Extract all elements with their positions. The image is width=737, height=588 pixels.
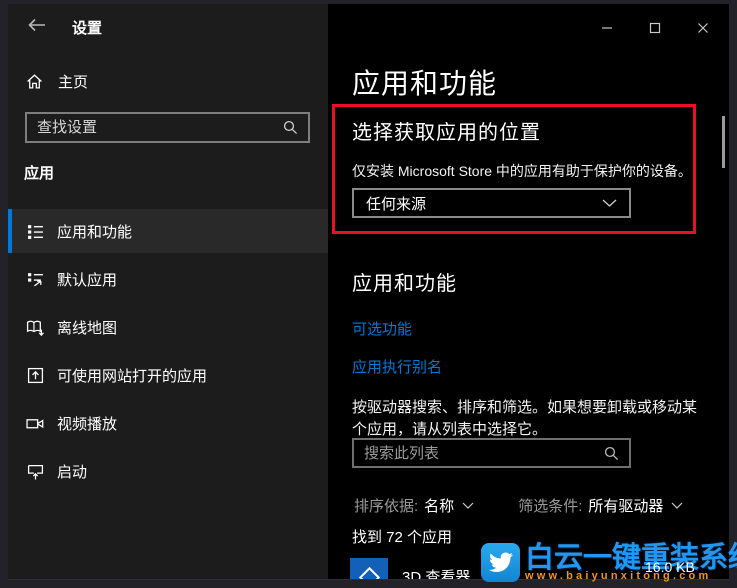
apps-list-description: 按驱动器搜索、排序和筛选。如果想要卸载或移动某个应用，请从列表中选择它。 [352, 399, 698, 438]
app-source-dropdown-value: 任何来源 [366, 195, 427, 213]
watermark: 白云一键重装系统 www.baiyunxitong.com [481, 543, 737, 582]
page-title: 应用和功能 [352, 68, 498, 99]
back-arrow-icon [28, 18, 45, 32]
search-icon[interactable] [283, 120, 298, 135]
optional-features-link[interactable]: 可选功能 [352, 318, 412, 339]
default-apps-icon [26, 271, 44, 288]
sidebar: 设置 主页 应用 [8, 4, 328, 579]
app-source-dropdown[interactable]: 任何来源 [352, 188, 631, 218]
sidebar-item-offline-maps[interactable]: 离线地图 [8, 305, 328, 349]
sidebar-item-video-playback[interactable]: 视频播放 [8, 401, 328, 445]
sidebar-item-default-apps[interactable]: 默认应用 [8, 257, 328, 301]
minimize-icon [602, 27, 612, 29]
sidebar-item-label: 离线地图 [57, 319, 118, 337]
sidebar-section-label: 应用 [24, 165, 55, 182]
sidebar-item-label: 启动 [57, 463, 88, 481]
settings-search-box [25, 112, 310, 143]
app-size: 16.0 KB [645, 559, 695, 575]
sort-chevron-icon[interactable] [462, 502, 474, 509]
sidebar-item-home[interactable]: 主页 [26, 68, 88, 94]
close-button[interactable] [689, 16, 717, 40]
sort-by-value[interactable]: 名称 [424, 495, 454, 516]
choose-location-heading: 选择获取应用的位置 [352, 122, 541, 144]
watermark-url: www.baiyunxitong.com [525, 570, 712, 582]
minimize-button[interactable] [593, 16, 621, 40]
settings-search-input[interactable] [27, 114, 283, 141]
apps-count-text: 找到 72 个应用 [352, 529, 453, 546]
offline-maps-icon [26, 319, 44, 336]
settings-window: 设置 主页 应用 [8, 4, 729, 580]
selected-accent-bar [8, 209, 12, 253]
apps-search-input[interactable] [354, 440, 604, 466]
sort-by-label: 排序依据: [354, 498, 419, 515]
back-button[interactable] [22, 14, 52, 36]
maximize-icon [649, 22, 661, 34]
apps-search-box [352, 438, 631, 468]
sidebar-item-label: 应用和功能 [57, 223, 133, 241]
sidebar-item-label: 默认应用 [57, 271, 118, 289]
choose-location-description: 仅安装 Microsoft Store 中的应用有助于保护你的设备。 [352, 163, 692, 179]
sidebar-item-apps-for-websites[interactable]: 可使用网站打开的应用 [8, 353, 328, 397]
app-execution-aliases-link[interactable]: 应用执行别名 [352, 356, 442, 377]
apps-features-section-heading: 应用和功能 [352, 273, 457, 295]
watermark-text: 白云一键重装系统 [525, 542, 737, 574]
sidebar-item-apps-features[interactable]: 应用和功能 [8, 209, 328, 253]
sidebar-item-startup[interactable]: 启动 [8, 449, 328, 493]
window-controls [593, 16, 717, 40]
window-title: 设置 [72, 20, 103, 37]
filter-by-value[interactable]: 所有驱动器 [588, 495, 663, 516]
scrollbar-thumb[interactable] [722, 116, 725, 168]
startup-icon [26, 463, 44, 480]
video-playback-icon [26, 415, 44, 432]
search-icon[interactable] [604, 446, 619, 461]
chevron-down-icon [602, 199, 617, 207]
maximize-button[interactable] [641, 16, 669, 40]
sidebar-home-label: 主页 [58, 73, 89, 91]
home-icon [27, 73, 42, 89]
app-name: 3D 查看器 [402, 569, 471, 579]
apps-features-icon [26, 223, 44, 240]
sort-filter-row: 排序依据: 名称 筛选条件: 所有驱动器 [354, 495, 683, 516]
filter-chevron-icon[interactable] [671, 502, 683, 509]
sidebar-item-label: 可使用网站打开的应用 [57, 367, 208, 385]
close-icon [698, 23, 708, 33]
sidebar-nav: 应用和功能 默认应用 离线地图 可使用网站打开的应用 视频播放 启动 [8, 209, 328, 497]
sidebar-item-label: 视频播放 [57, 415, 118, 433]
main-pane: 应用和功能 选择获取应用的位置 仅安装 Microsoft Store 中的应用… [328, 4, 729, 579]
apps-for-websites-icon [26, 367, 44, 384]
3d-viewer-icon [350, 558, 388, 579]
filter-by-label: 筛选条件: [518, 498, 583, 515]
twitter-bird-icon [481, 543, 520, 582]
